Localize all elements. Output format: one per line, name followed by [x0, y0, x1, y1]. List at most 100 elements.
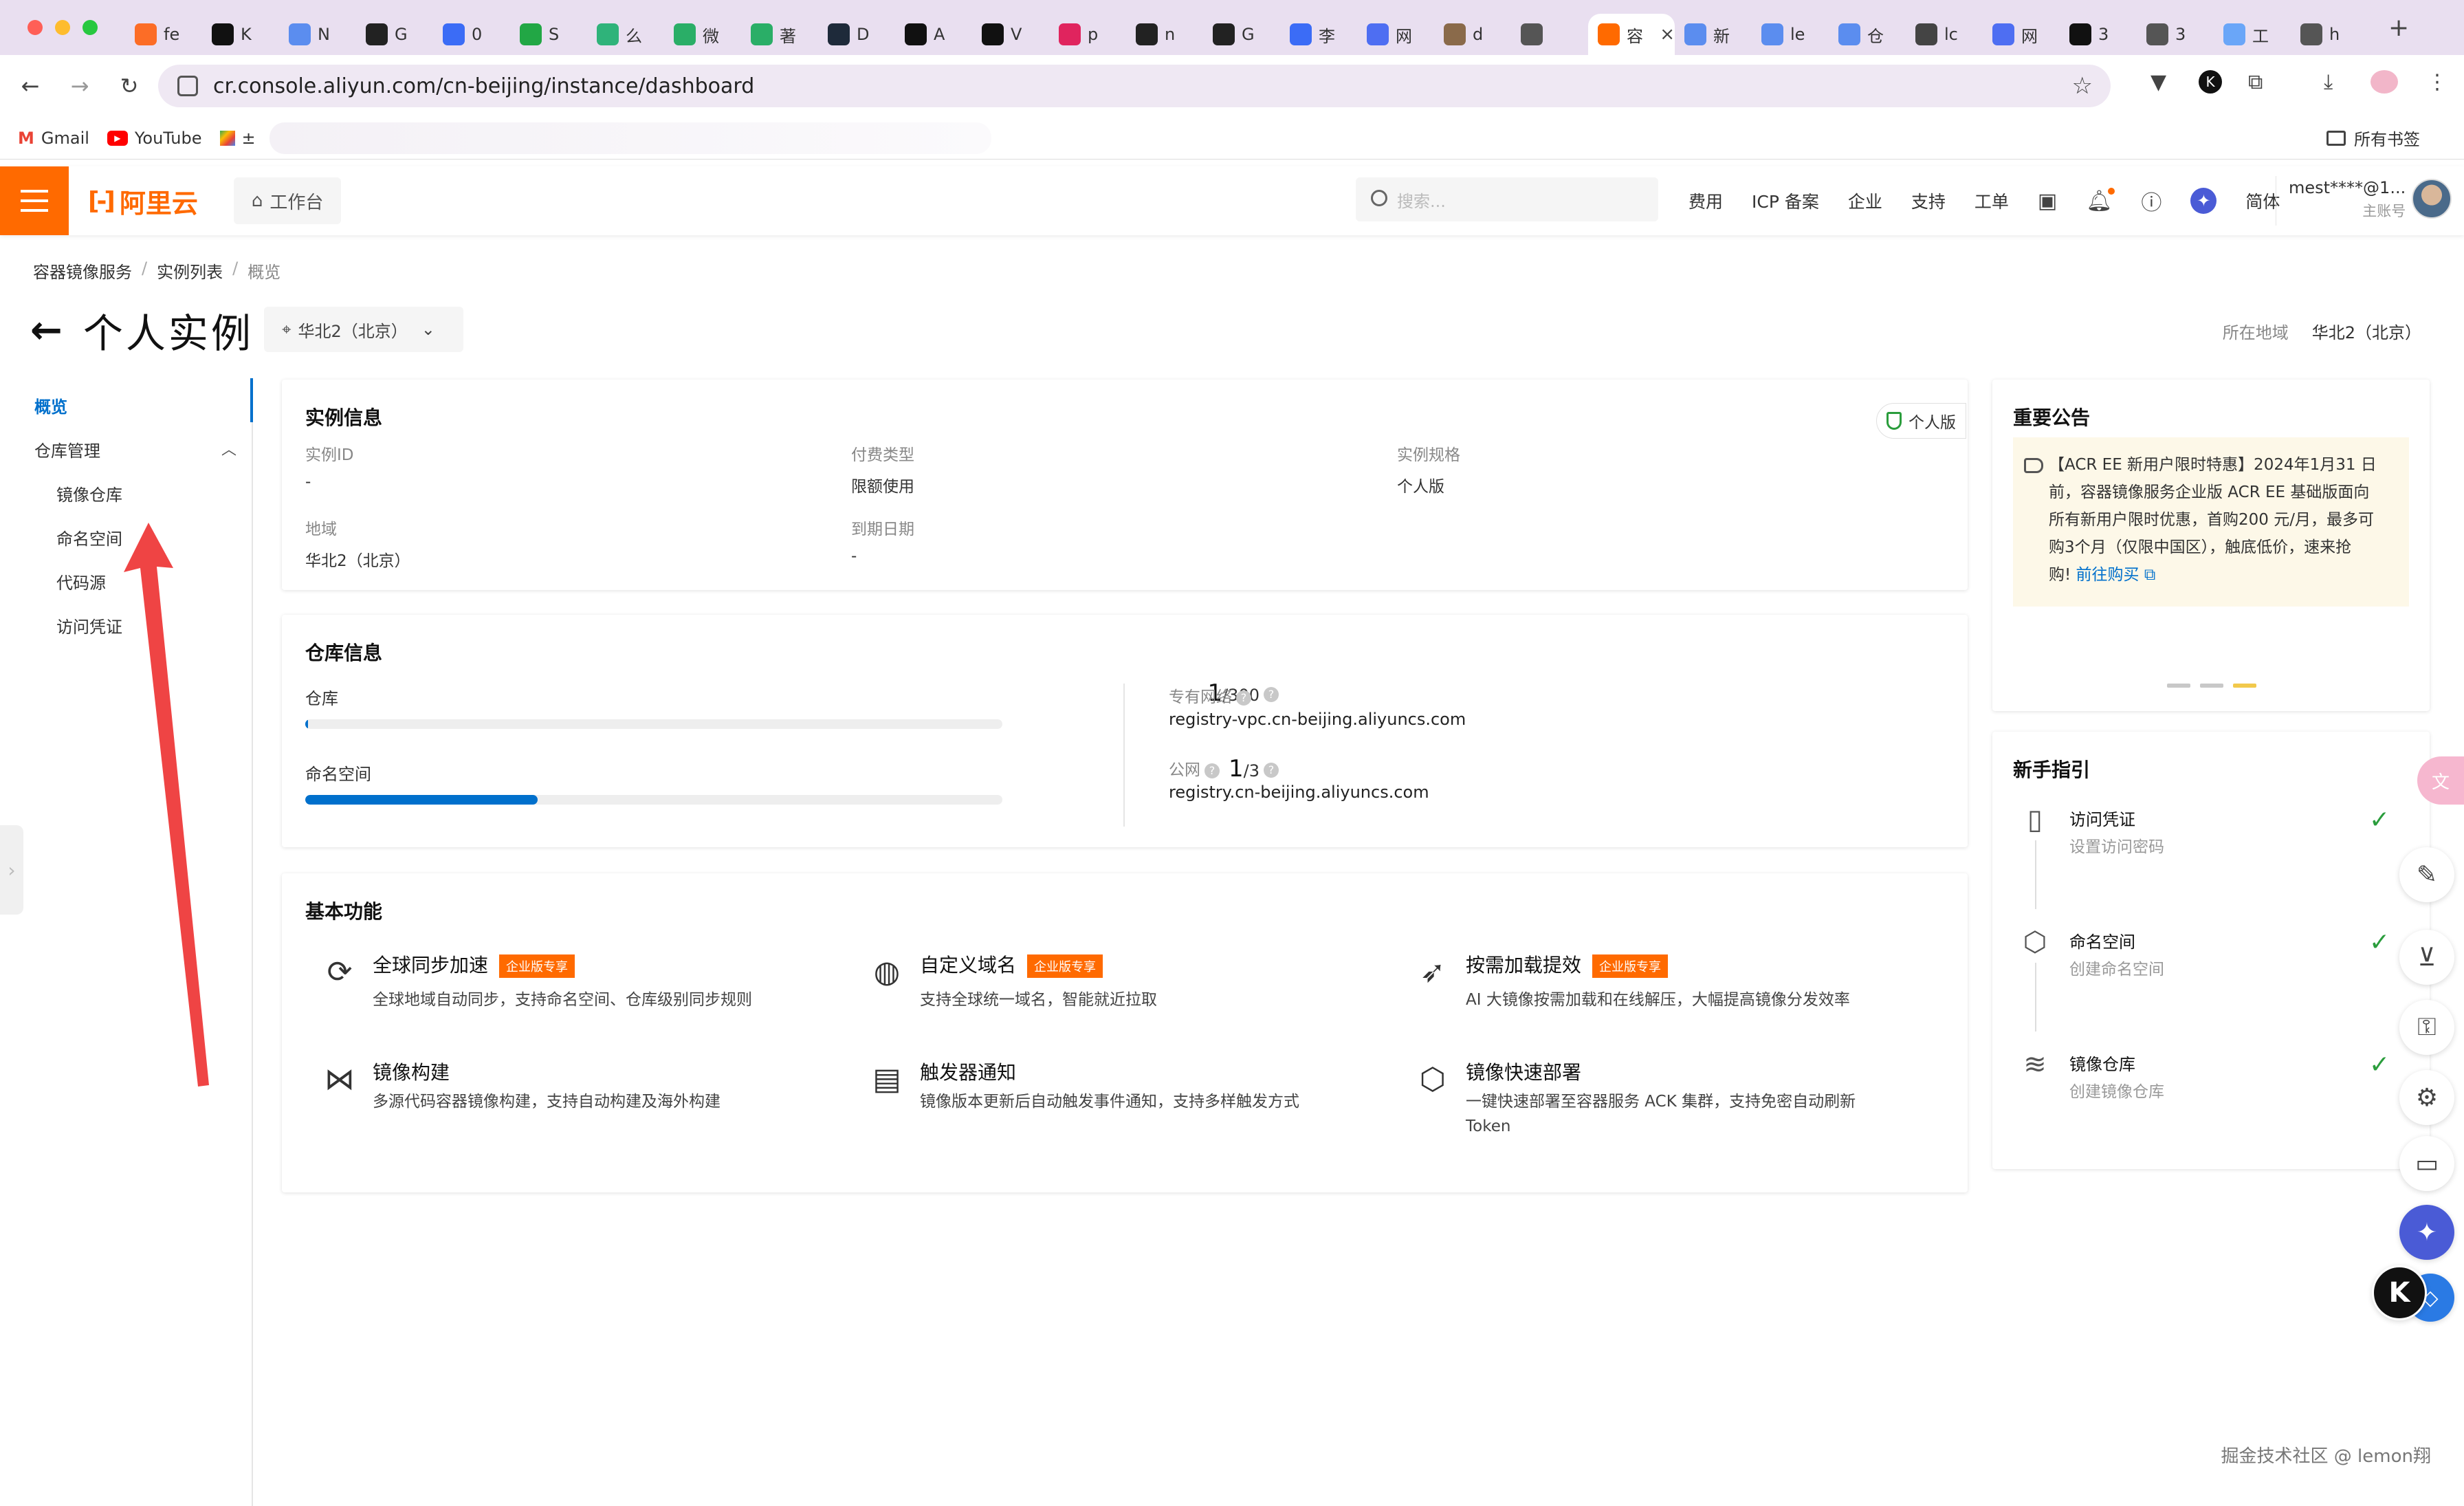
download-icon[interactable]: ⤓	[2324, 70, 2333, 94]
feature-lazy-load[interactable]: ➶ 按需加载提效 企业版专享 AI 大镜像按需加载和在线解压，大幅提高镜像分发效率	[1414, 950, 1950, 1019]
all-bookmarks[interactable]: 所有书签	[2326, 126, 2420, 150]
browser-tab[interactable]: 0	[433, 14, 510, 55]
browser-tab[interactable]: 么	[587, 14, 664, 55]
api-icon[interactable]: ⚿	[2399, 1000, 2454, 1055]
menu-icon[interactable]	[0, 166, 69, 235]
browser-menu-icon[interactable]: ⋮	[2427, 70, 2448, 94]
bookmark-star-icon[interactable]: ☆	[2072, 72, 2093, 100]
buy-now-link[interactable]: 前往购买	[2076, 566, 2140, 584]
sidebar-item-code-source[interactable]: 代码源	[56, 569, 106, 593]
browser-tab[interactable]: n	[1126, 14, 1203, 55]
bookmark-gmail[interactable]: M Gmail	[18, 129, 89, 148]
extension-k-floating-icon[interactable]: K	[2372, 1265, 2427, 1320]
avatar[interactable]	[2412, 179, 2452, 219]
reload-icon[interactable]: ↻	[104, 73, 154, 99]
bookmark-youtube[interactable]: ▶ YouTube	[107, 129, 202, 148]
aliyun-logo[interactable]: [-] 阿里云	[88, 182, 198, 220]
browser-tab[interactable]: S	[510, 14, 587, 55]
cart-icon[interactable]: ⊻	[2399, 930, 2454, 985]
browser-tab[interactable]: D	[818, 14, 895, 55]
browser-tab[interactable]: 著	[741, 14, 818, 55]
browser-tab[interactable]: G	[356, 14, 433, 55]
browser-tab[interactable]: K	[202, 14, 279, 55]
ai-assistant-icon[interactable]: ✦	[2399, 1205, 2454, 1260]
help-icon[interactable]: ?	[1264, 762, 1279, 778]
browser-tab[interactable]: fe	[125, 14, 202, 55]
nav-support[interactable]: 支持	[1911, 188, 1946, 213]
extension-v-icon[interactable]: ▼	[2150, 70, 2166, 94]
sidebar-item-image-repos[interactable]: 镜像仓库	[56, 481, 122, 505]
workbench-button[interactable]: ⌂ 工作台	[233, 177, 342, 224]
browser-tab[interactable]: le	[1752, 14, 1829, 55]
browser-tab[interactable]: 网	[1357, 14, 1434, 55]
region-select[interactable]: ⌖ 华北2（北京） ⌄	[264, 307, 463, 352]
forward-icon[interactable]: →	[55, 73, 104, 99]
browser-tab[interactable]: p	[1049, 14, 1126, 55]
extension-k-icon[interactable]: K	[2199, 70, 2222, 94]
account-menu[interactable]: mest****@1... 主账号	[2276, 176, 2406, 226]
settings-icon[interactable]: ⚙	[2399, 1070, 2454, 1125]
browser-tab[interactable]: 新	[1675, 14, 1752, 55]
carousel-dot-active[interactable]	[2233, 684, 2256, 688]
back-icon[interactable]: ←	[6, 73, 55, 99]
sidebar-item-repo-management[interactable]: 仓库管理	[34, 437, 100, 461]
sidebar-item-access-credentials[interactable]: 访问凭证	[56, 613, 122, 637]
carousel-dot[interactable]	[2200, 684, 2223, 688]
carousel-dot[interactable]	[2167, 684, 2190, 688]
feature-global-sync[interactable]: ⟳ 全球同步加速 企业版专享 全球地域自动同步，支持命名空间、仓库级别同步规则	[320, 950, 843, 1019]
assistant-icon[interactable]: ✦	[2190, 188, 2217, 214]
feedback-icon[interactable]: ▭	[2399, 1136, 2454, 1191]
sidebar-item-namespaces[interactable]: 命名空间	[56, 525, 122, 549]
language-switch[interactable]: 简体	[2245, 188, 2280, 213]
close-tab-icon[interactable]: ×	[1660, 24, 1675, 45]
browser-tab[interactable]: 仓	[1829, 14, 1906, 55]
help-icon[interactable]: ⓘ	[2141, 186, 2162, 216]
close-window-button[interactable]	[28, 20, 43, 35]
profile-avatar[interactable]	[2370, 70, 2398, 94]
edit-icon[interactable]: ✎	[2399, 847, 2454, 902]
browser-tab[interactable]: G	[1203, 14, 1280, 55]
minimize-window-button[interactable]	[55, 20, 70, 35]
console-search-input[interactable]: 搜索...	[1356, 177, 1658, 221]
feature-trigger-notify[interactable]: ▤ 触发器通知 镜像版本更新后自动触发事件通知，支持多样触发方式	[868, 1058, 1390, 1126]
feature-image-build[interactable]: ⋈ 镜像构建 多源代码容器镜像构建，支持自动构建及海外构建	[320, 1058, 843, 1126]
bookmark-maps[interactable]: ±	[219, 129, 256, 148]
browser-tab[interactable]: V	[972, 14, 1049, 55]
browser-tab[interactable]: 3	[2137, 14, 2214, 55]
browser-tab[interactable]: A	[895, 14, 972, 55]
nav-enterprise[interactable]: 企业	[1848, 188, 1882, 213]
browser-tab[interactable]: d	[1434, 14, 1511, 55]
help-icon[interactable]: ?	[1236, 690, 1251, 706]
bell-icon[interactable]: 🔔︎	[2086, 187, 2115, 213]
maximize-window-button[interactable]	[82, 20, 98, 35]
nav-billing[interactable]: 费用	[1688, 188, 1723, 213]
browser-tab[interactable]: 工	[2214, 14, 2291, 55]
browser-tab[interactable]: 李	[1280, 14, 1357, 55]
nav-ticket[interactable]: 工单	[1974, 188, 2009, 213]
expand-handle-icon[interactable]: ›	[0, 825, 23, 915]
nav-icp[interactable]: ICP 备案	[1752, 188, 1819, 213]
sidebar-item-overview[interactable]: 概览	[34, 393, 67, 417]
extensions-puzzle-icon[interactable]: ⧉	[2248, 70, 2263, 94]
new-tab-button[interactable]: +	[2388, 14, 2409, 42]
browser-tab[interactable]: lc	[1906, 14, 1983, 55]
terminal-icon[interactable]: ▣	[2038, 189, 2057, 213]
site-info-icon[interactable]	[177, 76, 198, 96]
browser-tab[interactable]	[1511, 14, 1588, 55]
feature-quick-deploy[interactable]: ⬡ 镜像快速部署 一键快速部署至容器服务 ACK 集群，支持免密自动刷新 Tok…	[1414, 1058, 1950, 1147]
help-icon[interactable]: ?	[1264, 686, 1279, 702]
browser-tab[interactable]: 网	[1983, 14, 2060, 55]
browser-tab[interactable]: 容 ×	[1588, 14, 1675, 55]
feature-custom-domain[interactable]: ◍ 自定义域名 企业版专享 支持全球统一域名，智能就近拉取	[868, 950, 1390, 1019]
breadcrumb-item[interactable]: 容器镜像服务	[33, 259, 132, 283]
browser-tab[interactable]: 3	[2060, 14, 2137, 55]
chevron-up-icon[interactable]: ︿	[221, 437, 236, 459]
browser-tab[interactable]: N	[279, 14, 356, 55]
back-arrow-icon[interactable]: ←	[30, 308, 63, 353]
breadcrumb-item[interactable]: 实例列表	[157, 259, 223, 283]
browser-tab[interactable]: h	[2291, 14, 2368, 55]
translate-icon[interactable]: 文	[2417, 756, 2464, 805]
browser-tab[interactable]: 微	[664, 14, 741, 55]
help-icon[interactable]: ?	[1204, 763, 1220, 778]
url-bar[interactable]: cr.console.aliyun.com/cn-beijing/instanc…	[158, 65, 2111, 107]
